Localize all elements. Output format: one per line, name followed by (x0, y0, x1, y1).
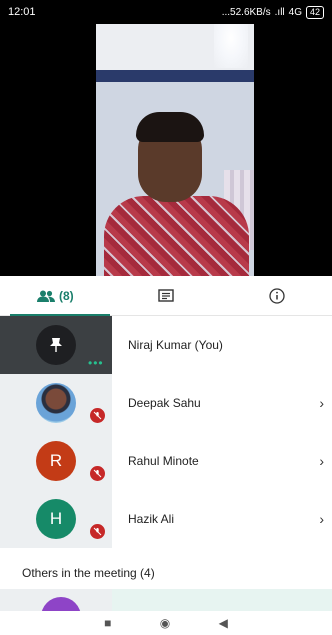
net-speed: ...52.6KB/s (221, 6, 271, 18)
participant-list: ••• Niraj Kumar (You) Deepak Sahu › R Ra… (0, 316, 332, 548)
home-icon[interactable]: ◉ (160, 616, 170, 630)
status-bar: 12:01 ...52.6KB/s .ıll 4G 42 (0, 0, 332, 24)
battery-icon: 42 (305, 5, 324, 19)
avatar: H (36, 499, 76, 539)
video-feed[interactable] (0, 0, 332, 276)
participant-thumb: H (0, 490, 112, 548)
mic-off-icon (90, 466, 105, 481)
participant-name: Rahul Minote (128, 454, 199, 468)
chat-icon (158, 288, 174, 302)
others-header-label: Others in the meeting (4) (22, 566, 155, 580)
meeting-screen: 12:01 ...52.6KB/s .ıll 4G 42 (8) ••• Nir… (0, 0, 332, 635)
participant-row[interactable]: R Rahul Minote › (0, 432, 332, 490)
back-icon[interactable]: ◀ (219, 616, 228, 630)
people-count: (8) (59, 288, 74, 303)
battery-level: 42 (309, 6, 320, 17)
system-nav-bar: ■ ◉ ◀ (0, 611, 332, 635)
signal-label: 4G (288, 6, 302, 18)
video-ceiling-trim (96, 70, 254, 82)
meeting-tabs: (8) (0, 276, 332, 316)
signal-icon: .ıll (274, 6, 285, 18)
others-section-header: Others in the meeting (4) (0, 557, 332, 589)
participant-row[interactable]: ••• Niraj Kumar (You) (0, 316, 332, 374)
video-person-hair (136, 112, 204, 142)
participant-video (96, 0, 254, 276)
avatar: R (36, 441, 76, 481)
participant-row[interactable]: Deepak Sahu › (0, 374, 332, 432)
participant-name: Niraj Kumar (You) (128, 338, 223, 352)
tab-chat[interactable] (111, 276, 222, 315)
tab-people[interactable]: (8) (0, 276, 111, 316)
others-row[interactable] (0, 589, 332, 611)
participant-thumb (0, 374, 112, 432)
tab-info[interactable] (221, 276, 332, 315)
avatar (36, 383, 76, 423)
more-dots-icon: ••• (88, 356, 104, 370)
chevron-right-icon[interactable]: › (319, 511, 324, 527)
chevron-right-icon[interactable]: › (319, 453, 324, 469)
participant-thumb: ••• (0, 316, 112, 374)
chevron-right-icon[interactable]: › (319, 395, 324, 411)
people-icon (37, 290, 55, 302)
participant-name: Deepak Sahu (128, 396, 201, 410)
pin-icon (50, 338, 62, 352)
recents-icon[interactable]: ■ (104, 616, 111, 630)
participant-name: Hazik Ali (128, 512, 175, 526)
mic-off-icon (90, 524, 105, 539)
avatar (36, 325, 76, 365)
status-time: 12:01 (8, 6, 36, 18)
status-indicators: ...52.6KB/s .ıll 4G 42 (221, 5, 324, 19)
participant-row[interactable]: H Hazik Ali › (0, 490, 332, 548)
video-person-torso (104, 196, 249, 276)
mic-off-icon (90, 408, 105, 423)
participant-thumb: R (0, 432, 112, 490)
info-icon (269, 287, 285, 304)
